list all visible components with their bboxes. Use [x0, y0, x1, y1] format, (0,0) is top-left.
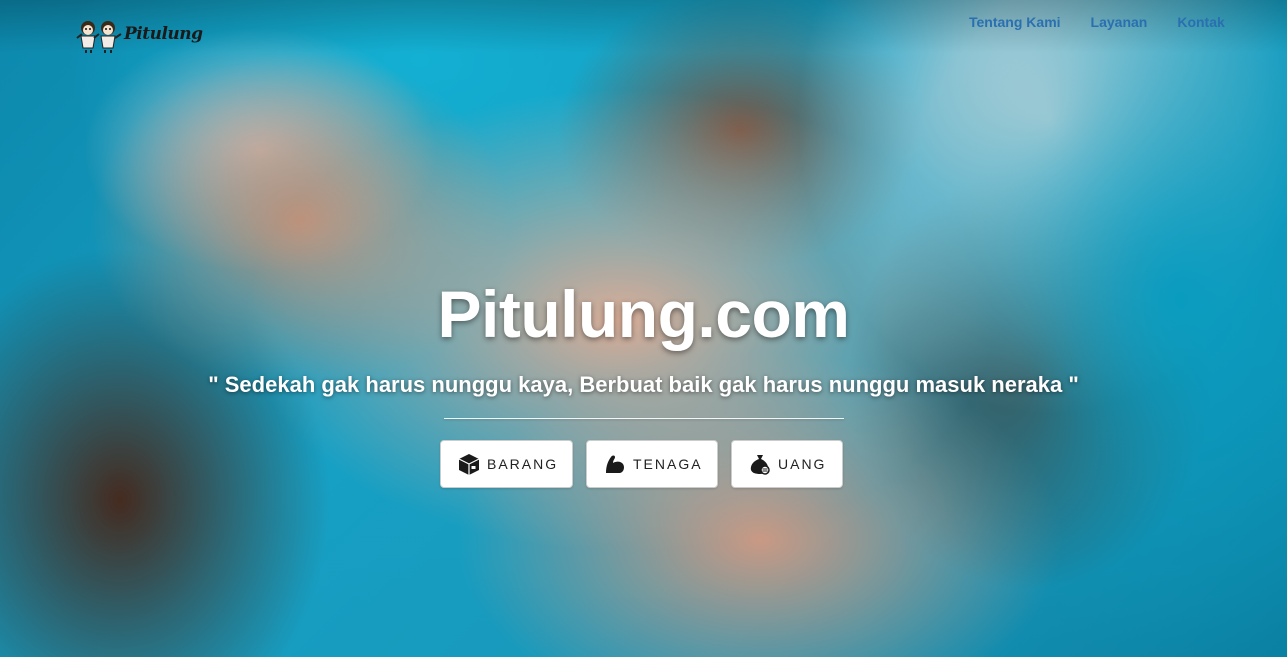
nav-link-tentang-kami[interactable]: Tentang Kami [969, 14, 1061, 30]
hero-title: Pitulung.com [437, 277, 850, 351]
mascot-icon [76, 21, 122, 53]
tenaga-label: TENAGA [633, 456, 703, 472]
hero-divider [444, 418, 844, 419]
brand-name: Pitulung [124, 24, 203, 44]
uang-label: UANG [778, 456, 827, 472]
hero-tagline: " Sedekah gak harus nunggu kaya, Berbuat… [208, 372, 1079, 397]
tenaga-button[interactable]: TENAGA [586, 440, 718, 488]
barang-label: BARANG [487, 456, 559, 472]
navbar: Pitulung Tentang Kami Layanan Kontak [0, 0, 1287, 53]
donation-buttons: BARANG TENAGA UANG [440, 440, 843, 488]
money-bag-icon [750, 455, 770, 475]
uang-button[interactable]: UANG [731, 440, 843, 488]
nav-link-kontak[interactable]: Kontak [1177, 14, 1227, 30]
flexed-arm-icon [606, 455, 624, 473]
barang-button[interactable]: BARANG [440, 440, 573, 488]
nav-menu: Tentang Kami Layanan Kontak [969, 14, 1227, 30]
nav-link-layanan[interactable]: Layanan [1091, 14, 1148, 30]
box-icon [458, 454, 480, 475]
brand-logo[interactable]: Pitulung [74, 14, 203, 54]
